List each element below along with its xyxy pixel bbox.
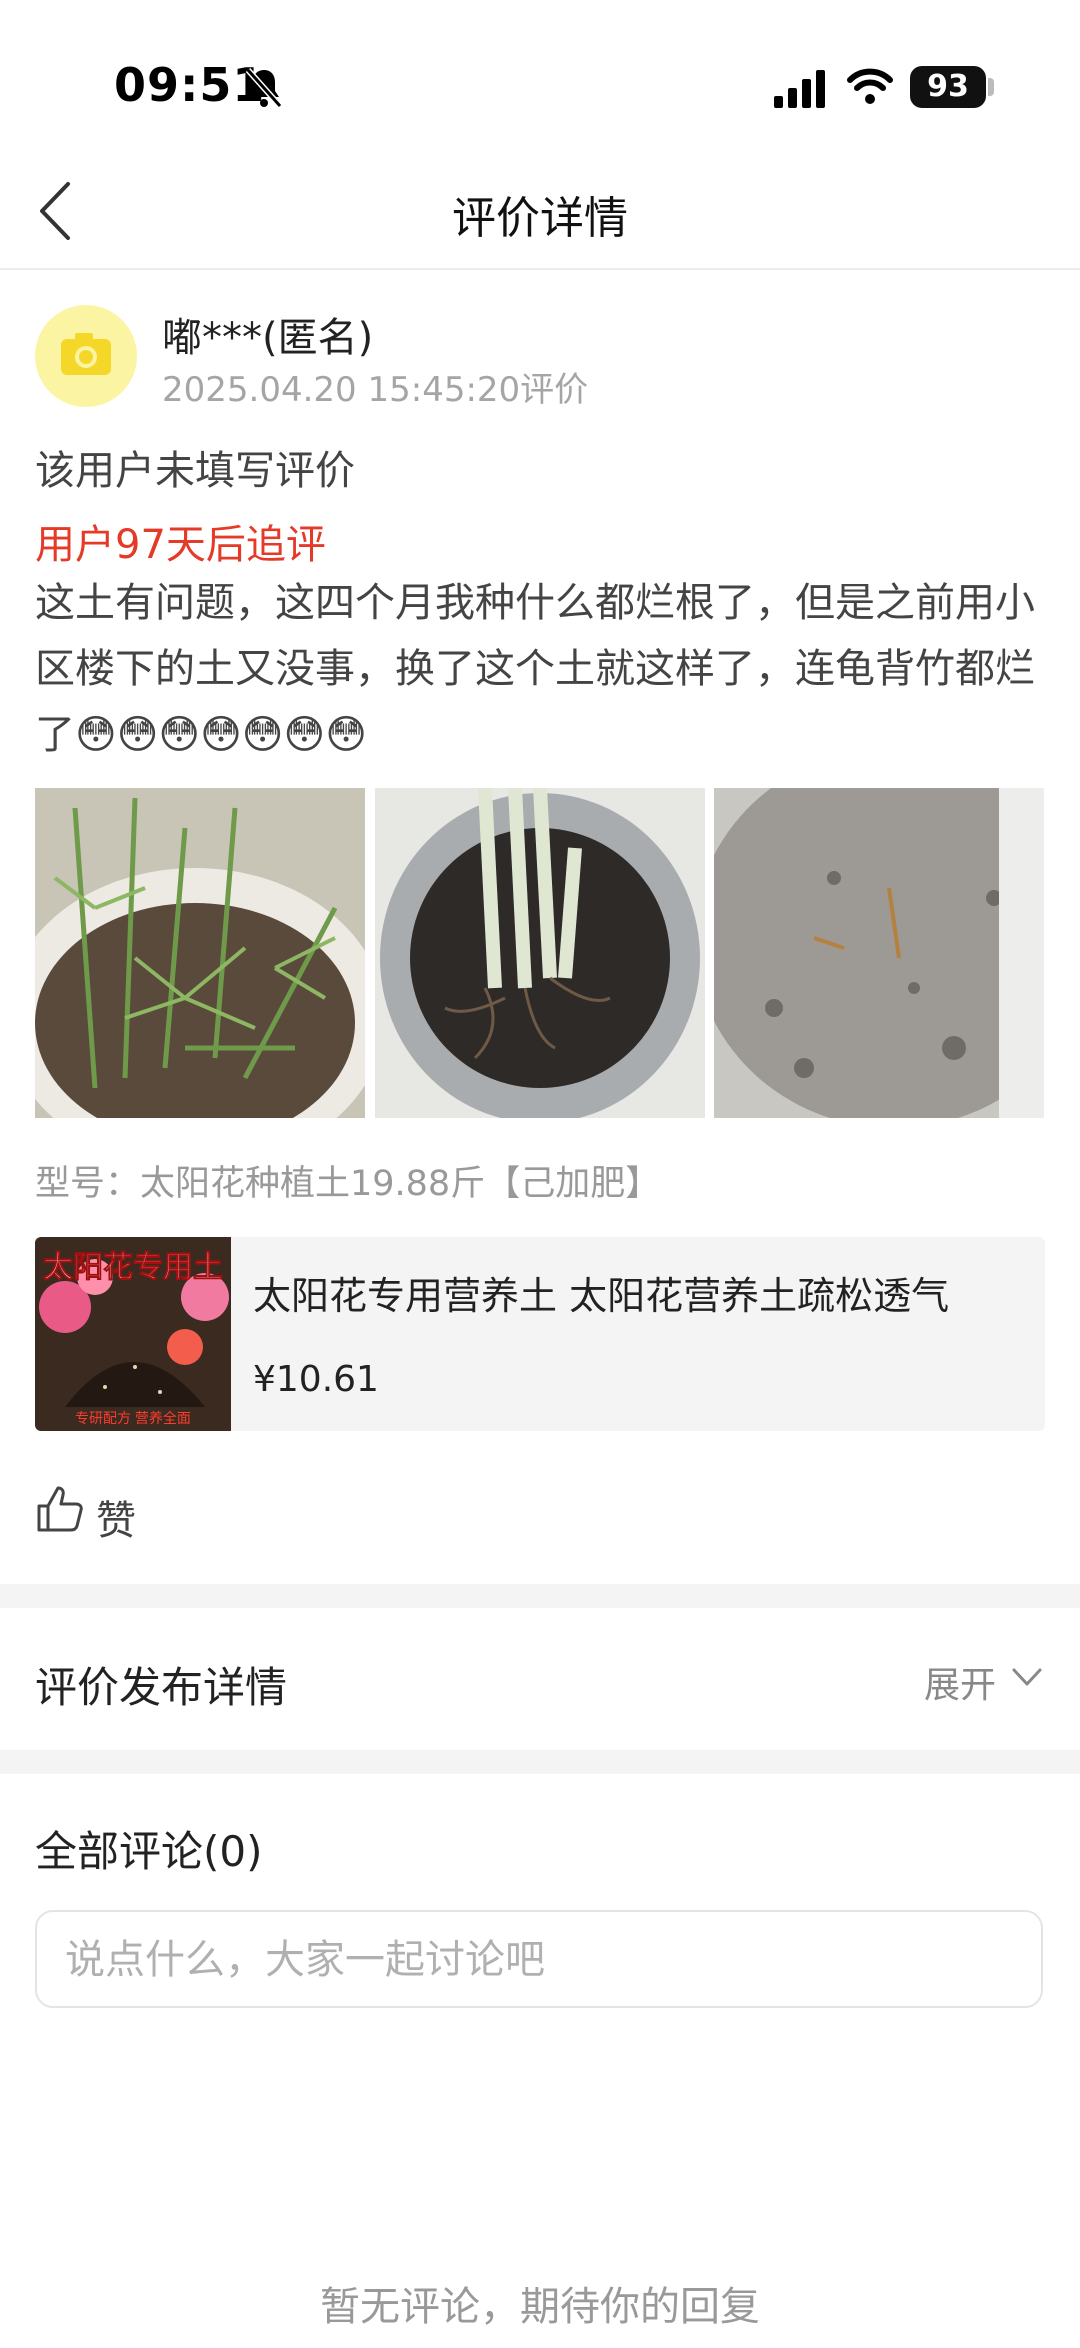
camera-icon xyxy=(61,333,111,375)
empty-comments-hint: 暂无评论，期待你的回复 xyxy=(320,2284,760,2330)
followup-text: 这土有问题，这四个月我种什么都烂根了，但是之前用小区楼下的土又没事，换了这个土就… xyxy=(35,580,1035,758)
wifi-icon xyxy=(847,68,893,104)
bell-slash-icon xyxy=(245,68,283,108)
battery-tip xyxy=(988,78,994,96)
review-text: 该用户未填写评价 xyxy=(35,448,355,494)
nav-divider xyxy=(0,268,1080,270)
review-photo-1[interactable] xyxy=(35,788,365,1118)
product-image: 太阳花专用土 专研配方 营养全面 xyxy=(35,1237,231,1431)
avatar[interactable] xyxy=(35,305,137,407)
expand-button[interactable]: 展开 xyxy=(924,1656,996,1708)
thumbs-up-icon[interactable] xyxy=(35,1484,85,1534)
review-photo-2[interactable] xyxy=(375,788,705,1118)
product-model: 型号：太阳花种植土19.88斤【己加肥】 xyxy=(35,1164,661,1204)
username: 嘟***(匿名) xyxy=(162,315,374,361)
page-title: 评价详情 xyxy=(452,193,628,244)
product-price: ¥10.61 xyxy=(253,1359,379,1400)
product-image-subtitle: 专研配方 营养全面 xyxy=(75,1410,191,1426)
chevron-down-icon[interactable] xyxy=(1012,1666,1042,1690)
publish-detail-label: 评价发布详情 xyxy=(35,1663,288,1712)
like-button[interactable]: 赞 xyxy=(96,1488,136,1546)
comments-title: 全部评论(0) xyxy=(35,1827,263,1876)
product-title: 太阳花专用营养土 太阳花营养土疏松透气 xyxy=(253,1274,950,1318)
battery-icon: 93 xyxy=(910,66,986,108)
followup-label: 用户97天后追评 xyxy=(35,522,326,568)
review-timestamp: 2025.04.20 15:45:20评价 xyxy=(162,370,589,410)
plant-seedlings-photo xyxy=(35,788,365,1118)
product-image-title: 太阳花专用土 xyxy=(43,1251,223,1284)
status-time: 09:51 xyxy=(114,58,266,112)
rotted-roots-photo xyxy=(375,788,705,1118)
dry-soil-photo xyxy=(714,788,1044,1118)
section-divider xyxy=(0,1750,1080,1774)
product-card[interactable]: 太阳花专用土 专研配方 营养全面 太阳花专用营养土 太阳花营养土疏松透气 ¥10… xyxy=(35,1237,1045,1431)
review-photo-3[interactable] xyxy=(714,788,1044,1118)
signal-icon xyxy=(774,70,825,108)
comment-input[interactable]: 说点什么，大家一起讨论吧 xyxy=(35,1910,1043,2008)
section-divider xyxy=(0,1584,1080,1608)
